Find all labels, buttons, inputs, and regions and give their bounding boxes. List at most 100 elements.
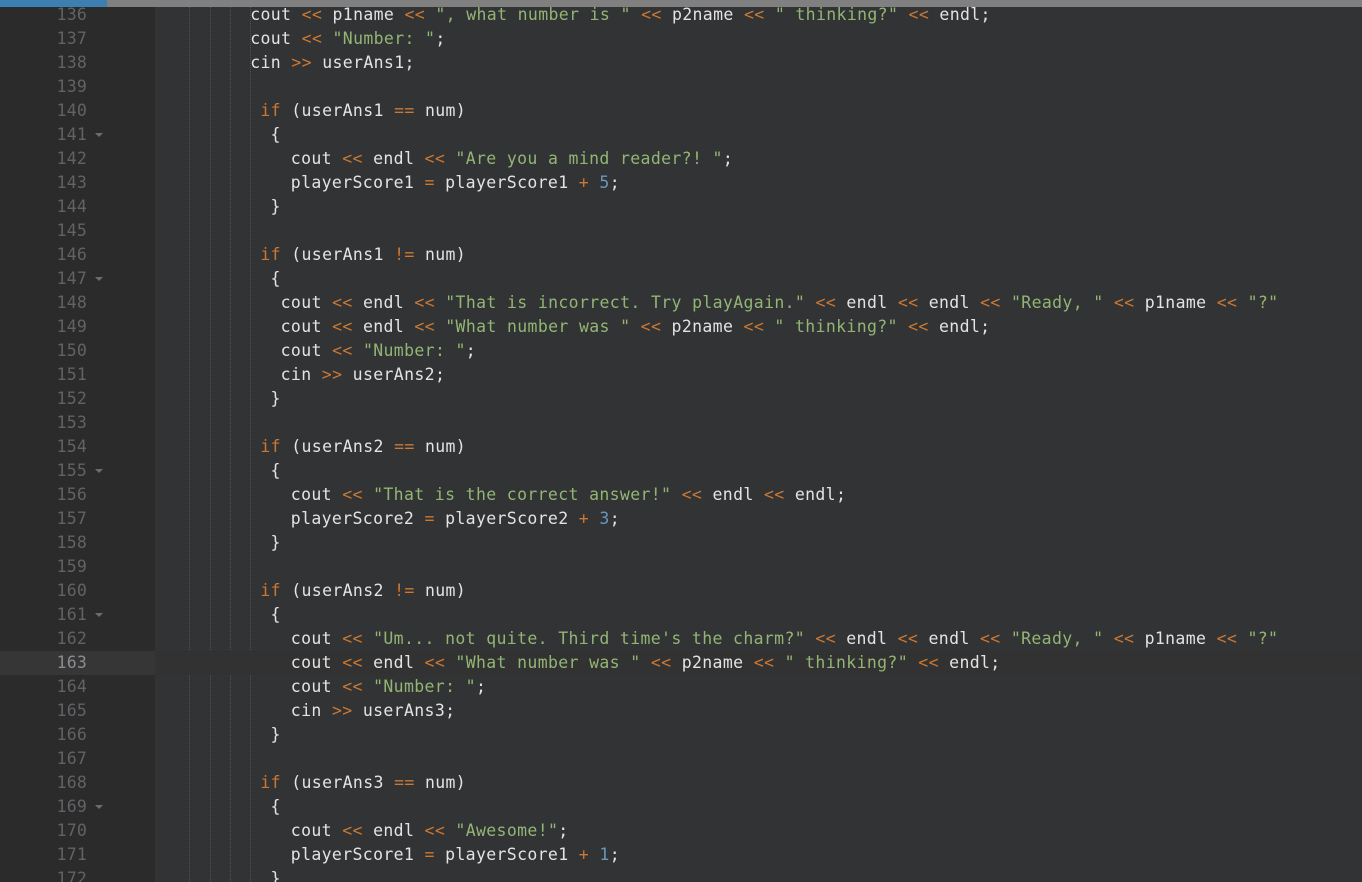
token-plain: num)	[424, 245, 467, 264]
code-fold-toggle-icon[interactable]	[95, 613, 103, 617]
gutter-row[interactable]: 161	[0, 603, 155, 627]
line-number-gutter[interactable]: 136 137 138 139 140 141 142 143 144 145 146 147 148 1…	[0, 0, 155, 882]
code-line[interactable]: playerScore1 = playerScore1 + 5;	[155, 171, 1362, 195]
gutter-row[interactable]: 162	[0, 627, 155, 651]
line-number: 143	[56, 173, 87, 192]
code-line[interactable]: if (userAns1 != num)	[155, 243, 1362, 267]
code-line[interactable]: if (userAns2 != num)	[155, 579, 1362, 603]
code-line[interactable]: {	[155, 795, 1362, 819]
code-line[interactable]: if (userAns1 == num)	[155, 99, 1362, 123]
code-line[interactable]: cout << "Number: ";	[155, 27, 1362, 51]
code-line[interactable]	[155, 75, 1362, 99]
gutter-row[interactable]: 159	[0, 555, 155, 579]
horizontal-scrollbar-thumb[interactable]	[0, 0, 107, 7]
code-line[interactable]	[155, 219, 1362, 243]
code-line[interactable]: if (userAns3 == num)	[155, 771, 1362, 795]
gutter-row[interactable]: 147	[0, 267, 155, 291]
code-line[interactable]: cin >> userAns1;	[155, 51, 1362, 75]
code-line[interactable]: }	[155, 723, 1362, 747]
gutter-row[interactable]: 146	[0, 243, 155, 267]
code-editor[interactable]: cout << p1name << ", what number is " <<…	[0, 0, 1362, 882]
gutter-row[interactable]: 143	[0, 171, 155, 195]
code-line[interactable]: playerScore2 = playerScore2 + 3;	[155, 507, 1362, 531]
gutter-row[interactable]: 166	[0, 723, 155, 747]
code-line[interactable]: cout << "That is the correct answer!" <<…	[155, 483, 1362, 507]
code-line[interactable]: cout << "Number: ";	[155, 675, 1362, 699]
gutter-row[interactable]: 148	[0, 291, 155, 315]
gutter-row[interactable]: 163	[0, 651, 155, 675]
code-line[interactable]: cin >> userAns2;	[155, 363, 1362, 387]
code-line[interactable]	[155, 411, 1362, 435]
token-str: "Awesome!"	[455, 821, 559, 840]
code-line[interactable]: {	[155, 603, 1362, 627]
code-line[interactable]: cout << endl << "Awesome!";	[155, 819, 1362, 843]
code-fold-toggle-icon[interactable]	[95, 805, 103, 809]
code-line[interactable]: playerScore1 = playerScore1 + 1;	[155, 843, 1362, 867]
code-line[interactable]: cin >> userAns3;	[155, 699, 1362, 723]
code-line[interactable]: cout << endl << "That is incorrect. Try …	[155, 291, 1362, 315]
code-line[interactable]: cout << endl << "What number was " << p2…	[155, 315, 1362, 339]
gutter-row[interactable]: 140	[0, 99, 155, 123]
gutter-row[interactable]: 152	[0, 387, 155, 411]
gutter-row[interactable]: 172	[0, 867, 155, 882]
code-line[interactable]: {	[155, 267, 1362, 291]
code-line[interactable]: {	[155, 123, 1362, 147]
line-number: 160	[56, 581, 87, 600]
code-line[interactable]: cout << "Um... not quite. Third time's t…	[155, 627, 1362, 651]
gutter-row[interactable]: 158	[0, 531, 155, 555]
gutter-row[interactable]: 150	[0, 339, 155, 363]
code-fold-toggle-icon[interactable]	[95, 469, 103, 473]
code-line[interactable]: cout << "Number: ";	[155, 339, 1362, 363]
code-line[interactable]	[155, 747, 1362, 771]
token-str: ", what number is "	[435, 5, 631, 24]
code-line-text: playerScore1 = playerScore1 + 5;	[291, 171, 620, 195]
gutter-row[interactable]: 170	[0, 819, 155, 843]
gutter-row[interactable]: 137	[0, 27, 155, 51]
code-content-area[interactable]: cout << p1name << ", what number is " <<…	[155, 0, 1362, 882]
code-line[interactable]: }	[155, 387, 1362, 411]
code-line[interactable]: }	[155, 195, 1362, 219]
gutter-row[interactable]: 149	[0, 315, 155, 339]
code-line[interactable]: if (userAns2 == num)	[155, 435, 1362, 459]
gutter-row[interactable]: 156	[0, 483, 155, 507]
gutter-row[interactable]: 171	[0, 843, 155, 867]
line-number: 146	[56, 245, 87, 264]
gutter-row[interactable]: 138	[0, 51, 155, 75]
code-line[interactable]: cout << endl << "What number was " << p2…	[155, 651, 1362, 675]
token-op: <<	[342, 149, 363, 168]
gutter-row[interactable]: 168	[0, 771, 155, 795]
code-line[interactable]: {	[155, 459, 1362, 483]
gutter-row[interactable]: 169	[0, 795, 155, 819]
gutter-row[interactable]: 139	[0, 75, 155, 99]
gutter-row[interactable]: 153	[0, 411, 155, 435]
gutter-row[interactable]: 160	[0, 579, 155, 603]
gutter-row[interactable]: 142	[0, 147, 155, 171]
gutter-row[interactable]: 165	[0, 699, 155, 723]
gutter-row[interactable]: 144	[0, 195, 155, 219]
code-line-text: cout << "That is the correct answer!" <<…	[291, 483, 846, 507]
code-line[interactable]: }	[155, 867, 1362, 882]
horizontal-scrollbar-track[interactable]	[0, 0, 1362, 7]
gutter-row[interactable]: 167	[0, 747, 155, 771]
token-str: "What number was "	[455, 653, 641, 672]
gutter-row[interactable]: 164	[0, 675, 155, 699]
code-line[interactable]: cout << endl << "Are you a mind reader?!…	[155, 147, 1362, 171]
gutter-row[interactable]: 155	[0, 459, 155, 483]
code-fold-toggle-icon[interactable]	[95, 133, 103, 137]
gutter-row[interactable]: 154	[0, 435, 155, 459]
code-line[interactable]: }	[155, 531, 1362, 555]
gutter-row[interactable]: 157	[0, 507, 155, 531]
code-fold-toggle-icon[interactable]	[95, 277, 103, 281]
gutter-row[interactable]: 151	[0, 363, 155, 387]
gutter-row[interactable]: 141	[0, 123, 155, 147]
gutter-row[interactable]: 145	[0, 219, 155, 243]
code-line[interactable]	[155, 555, 1362, 579]
